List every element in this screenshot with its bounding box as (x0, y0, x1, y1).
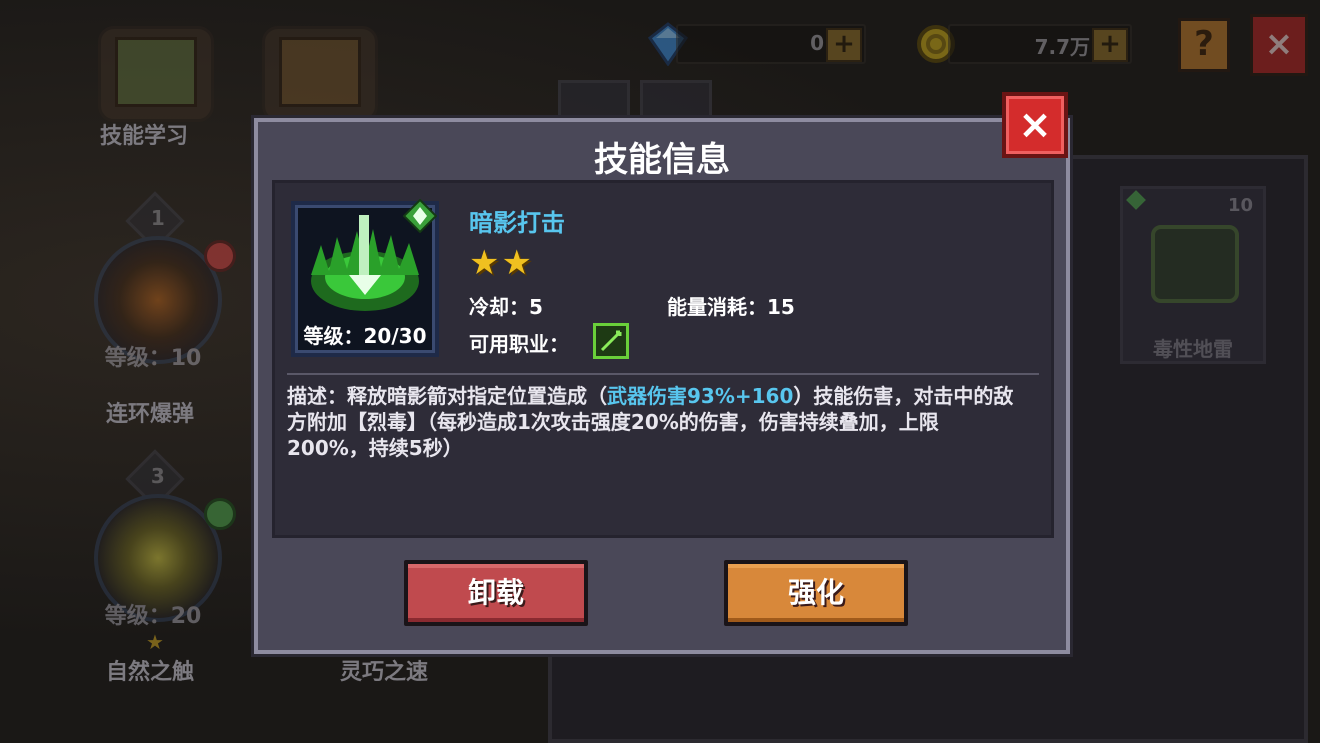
add-gems-button[interactable]: + (826, 28, 862, 62)
job-label: 可用职业： (469, 332, 569, 356)
description-prefix: 描述：释放暗影箭对指定位置造成（ (287, 384, 607, 408)
treasure-chest-icon[interactable] (262, 26, 378, 122)
star-rating: ★★ (469, 245, 534, 281)
description-highlight: 武器伤害93%+160 (607, 384, 794, 408)
rank-number: 1 (150, 206, 165, 231)
skill-name: 暗影打击 (469, 209, 565, 237)
rank-number: 3 (150, 464, 165, 489)
mine-count: 10 (1227, 195, 1253, 216)
green-gem-icon (403, 199, 437, 233)
dialog-title: 技能信息 (594, 140, 730, 180)
skill-level: 等级：20/30 (303, 324, 427, 348)
skill-node-nature-touch[interactable]: 3 等级：20 (68, 449, 238, 629)
energy-cost-text: 能量消耗：15 (667, 295, 795, 319)
green-gem-icon (204, 498, 236, 530)
skill-node-chain-bomb[interactable]: 1 等级：10 (68, 191, 238, 371)
mine-name: 毒性地雷 (1153, 337, 1233, 361)
skill-study-chest-icon[interactable] (98, 26, 214, 122)
skill-description: 描述：释放暗影箭对指定位置造成（武器伤害93%+160）技能伤害，对击中的敌方附… (287, 383, 1017, 461)
poison-mine-card[interactable]: 10 毒性地雷 (1120, 186, 1266, 364)
gem-counter: 0 + (676, 24, 866, 64)
poison-mine-icon (1151, 225, 1239, 303)
star-icon: ★ (501, 243, 532, 283)
node-name: 自然之触 (106, 660, 195, 685)
cooldown-text: 冷却：5 (469, 295, 543, 319)
upgrade-button[interactable]: 强化 (724, 560, 908, 626)
skill-study-label: 技能学习 (100, 124, 189, 149)
node-name: 连环爆弹 (106, 402, 195, 427)
add-coins-button[interactable]: + (1092, 28, 1128, 62)
node-level: 等级：20 (104, 604, 202, 629)
gem-count: 0 (810, 31, 824, 55)
coin-counter: 7.7万 + (948, 24, 1132, 64)
divider (287, 373, 1039, 375)
green-gem-icon (1126, 190, 1146, 210)
skill-info-dialog: 技能信息 等级：20/30 暗影打击 ★★ 冷却：5 能量消耗：15 可用职业： (254, 118, 1070, 654)
star-icon: ★ (469, 243, 500, 283)
top-close-button[interactable]: × (1250, 14, 1308, 76)
skill-info-panel: 等级：20/30 暗影打击 ★★ 冷却：5 能量消耗：15 可用职业： 描述：释… (272, 180, 1054, 538)
unload-button[interactable]: 卸载 (404, 560, 588, 626)
agility-label: 灵巧之速 (340, 660, 429, 685)
small-star-icon: ★ (146, 630, 164, 654)
help-button[interactable]: ? (1178, 18, 1230, 72)
ranger-class-icon[interactable] (593, 323, 629, 359)
red-gem-icon (204, 240, 236, 272)
dialog-close-button[interactable]: × (1002, 92, 1068, 158)
coin-count: 7.7万 (1034, 35, 1090, 59)
node-level: 等级：10 (104, 346, 202, 371)
